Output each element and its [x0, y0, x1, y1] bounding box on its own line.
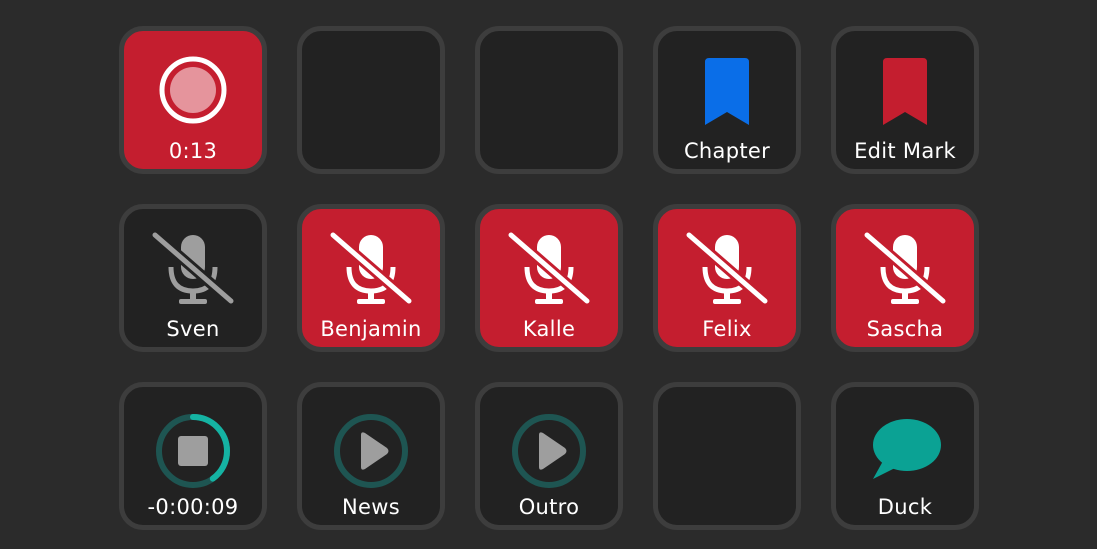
empty-key-2[interactable] [475, 26, 623, 174]
mic-label: Benjamin [320, 317, 422, 341]
empty-key-1[interactable] [297, 26, 445, 174]
mic-muted-icon [863, 231, 947, 306]
mic-muted-icon [685, 231, 769, 306]
play-news-button[interactable]: News [297, 382, 445, 530]
chapter-label: Chapter [683, 139, 771, 163]
duck-button[interactable]: Duck [831, 382, 979, 530]
mic-muted-icon [329, 231, 413, 306]
play-label: News [342, 495, 400, 519]
playback-countdown: -0:00:09 [147, 495, 239, 519]
mic-muted-icon [507, 231, 591, 306]
record-button[interactable]: 0:13 [119, 26, 267, 174]
stop-playback-button[interactable]: -0:00:09 [119, 382, 267, 530]
mic-benjamin-button[interactable]: Benjamin [297, 204, 445, 352]
record-icon [159, 56, 227, 124]
mic-label: Kalle [522, 317, 576, 341]
mic-label: Felix [702, 317, 752, 341]
edit-mark-button[interactable]: Edit Mark [831, 26, 979, 174]
stop-icon [156, 414, 230, 488]
stream-deck-grid: 0:13 Chapter Edit Mark Sven Benjamin Kal… [0, 0, 1097, 549]
chat-bubble-icon [873, 419, 941, 479]
chapter-button[interactable]: Chapter [653, 26, 801, 174]
play-icon [512, 414, 586, 488]
play-icon [334, 414, 408, 488]
mic-kalle-button[interactable]: Kalle [475, 204, 623, 352]
edit-mark-label: Edit Mark [854, 139, 956, 163]
play-label: Outro [518, 495, 580, 519]
bookmark-icon [883, 58, 927, 125]
mic-label: Sascha [866, 317, 944, 341]
play-outro-button[interactable]: Outro [475, 382, 623, 530]
mic-sascha-button[interactable]: Sascha [831, 204, 979, 352]
bookmark-icon [705, 58, 749, 125]
empty-key-3[interactable] [653, 382, 801, 530]
mic-sven-button[interactable]: Sven [119, 204, 267, 352]
mic-felix-button[interactable]: Felix [653, 204, 801, 352]
duck-label: Duck [877, 495, 933, 519]
record-timer: 0:13 [168, 139, 218, 163]
mic-muted-icon [151, 231, 235, 306]
mic-label: Sven [166, 317, 220, 341]
